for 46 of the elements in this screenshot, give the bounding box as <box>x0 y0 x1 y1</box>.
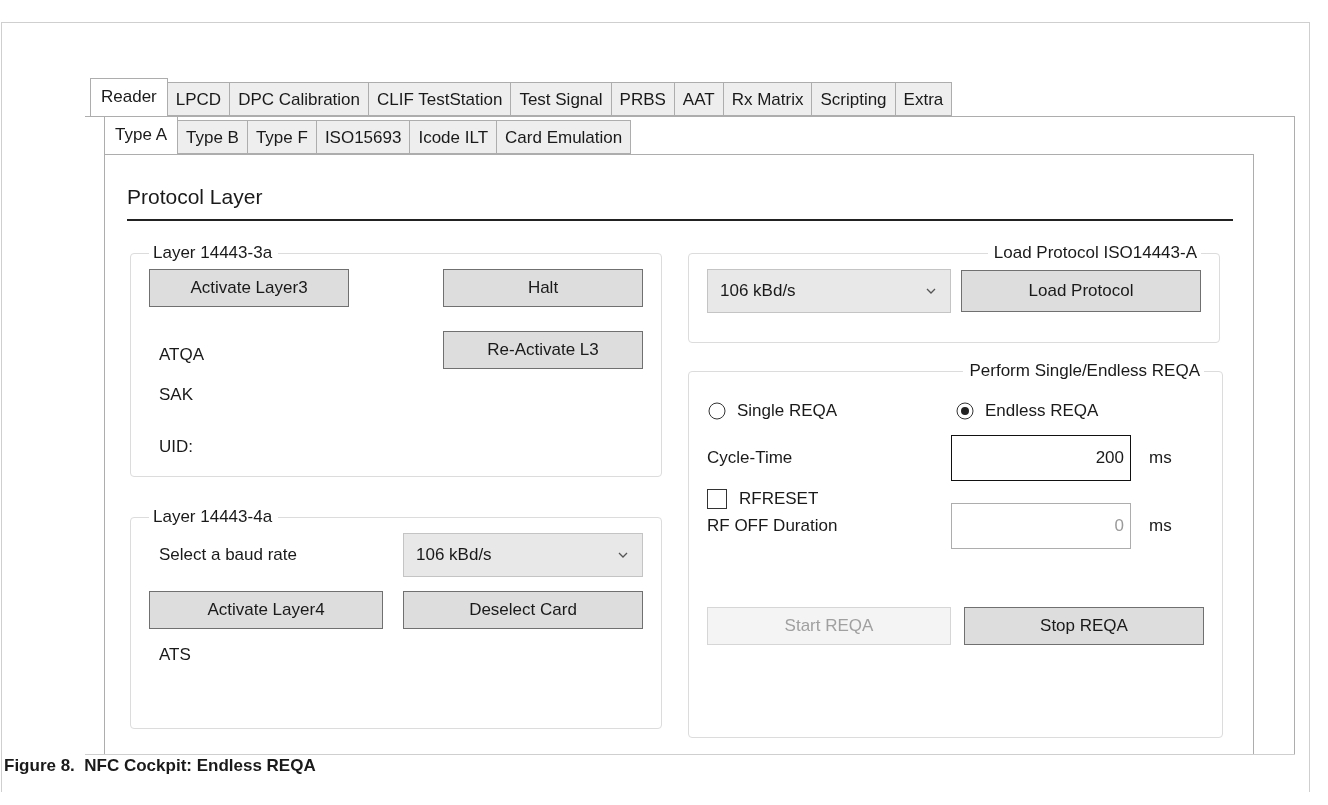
section-title: Protocol Layer <box>127 185 1233 221</box>
group-title: Perform Single/Endless REQA <box>968 361 1201 381</box>
chevron-icon <box>926 287 936 295</box>
figure-caption: Figure 8. NFC Cockpit: Endless REQA <box>3 756 316 776</box>
field-label: ATQA <box>158 345 205 365</box>
activate-button[interactable]: Activate Layer3 <box>149 269 349 307</box>
tab[interactable]: Reader <box>90 78 168 116</box>
tab[interactable]: Type B <box>178 120 248 154</box>
radio-button[interactable]: Endless REQA <box>956 401 1204 421</box>
cycle-time-label: Cycle-Time <box>707 448 794 468</box>
activate-button[interactable]: Activate Layer4 <box>149 591 383 629</box>
group-title: Load Protocol ISO14443-A <box>992 243 1198 263</box>
tab[interactable]: Card Emulation <box>497 120 632 154</box>
field-label: UID: <box>158 437 193 457</box>
load-protocol-button[interactable]: Load Protocol <box>961 270 1201 312</box>
tab[interactable]: Type F <box>247 120 317 154</box>
tab[interactable]: Rx Matrix <box>723 82 813 116</box>
tab[interactable]: Icode ILT <box>410 120 498 154</box>
checkbox[interactable]: RFRESET <box>707 489 819 509</box>
tab[interactable]: PRBS <box>611 82 675 116</box>
tab[interactable]: Type A <box>104 116 178 154</box>
tab[interactable]: Test Signal <box>511 82 612 116</box>
field-label: SAK <box>158 385 194 405</box>
halt-button[interactable]: Halt <box>443 269 643 307</box>
group-title: Layer 14443-3a <box>152 243 274 263</box>
tab[interactable]: LPCD <box>167 82 231 116</box>
tab[interactable]: AAT <box>674 82 724 116</box>
tab[interactable]: Extra <box>895 82 953 116</box>
rate-dropdown[interactable]: 106 kBd/s <box>707 269 951 313</box>
unit-label: ms <box>1148 448 1172 468</box>
rf-off-label: RF OFF Duration <box>707 516 839 536</box>
chevron-icon <box>618 551 628 559</box>
deselect-button[interactable]: Deselect Card <box>403 591 643 629</box>
tab[interactable]: ISO15693 <box>316 120 411 154</box>
tab[interactable]: Scripting <box>812 82 896 116</box>
group-title: Layer 14443-4a <box>152 507 274 527</box>
unit-label: ms <box>1148 516 1172 536</box>
tab[interactable]: CLIF TestStation <box>369 82 512 116</box>
radio-button[interactable]: Single REQA <box>708 401 956 421</box>
cycle-time-field[interactable]: 200 <box>951 435 1131 481</box>
reqa-button[interactable]: Stop REQA <box>964 607 1204 645</box>
tab[interactable]: DPC Calibration <box>230 82 369 116</box>
field-label: ATS <box>158 645 191 665</box>
baud-rate-dropdown[interactable]: 106 kBd/s <box>403 533 643 577</box>
baud-rate-label: Select a baud rate <box>158 545 297 565</box>
reactivate-button[interactable]: Re-Activate L3 <box>443 331 643 369</box>
